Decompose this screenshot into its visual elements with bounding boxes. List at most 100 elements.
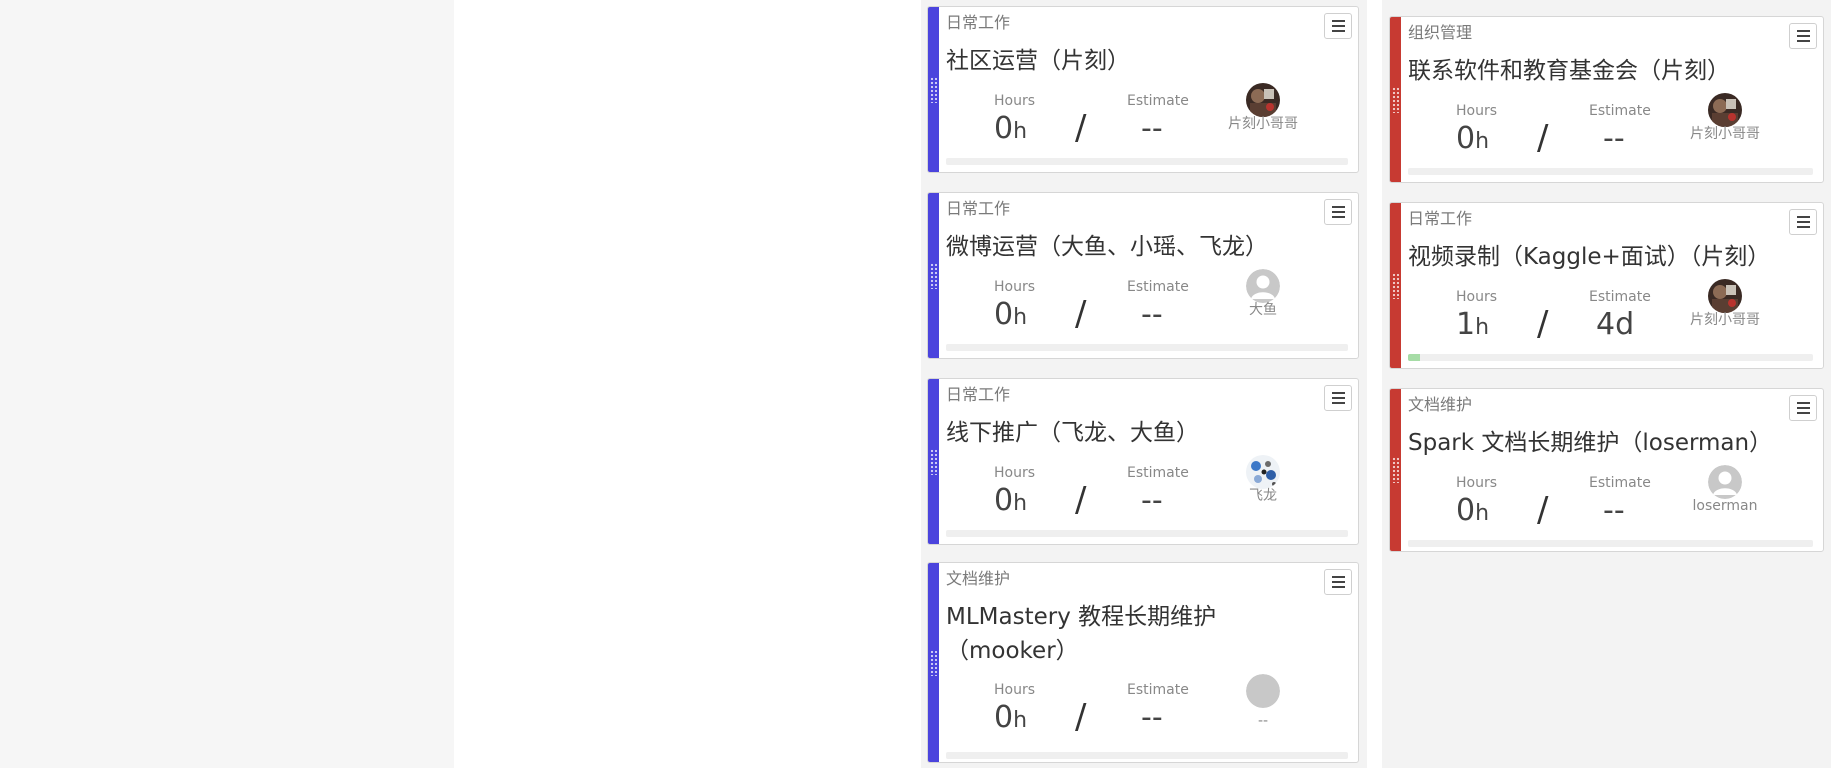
card-category: 日常工作 [946, 385, 1011, 404]
estimate-value: -- [1603, 121, 1625, 156]
drag-handle[interactable] [930, 76, 937, 103]
estimate-value: -- [1141, 111, 1163, 146]
card-title[interactable]: 线下推广（飞龙、大鱼） [946, 416, 1326, 450]
hamburger-icon [1796, 29, 1810, 33]
card-menu-button[interactable] [1324, 13, 1352, 39]
assignee-name: loserman [1692, 498, 1758, 514]
card-accent [928, 7, 939, 172]
hamburger-icon [1331, 391, 1345, 395]
assignee[interactable]: 飞龙 [1208, 455, 1318, 505]
hours-value: 0h [994, 297, 1028, 332]
assignee-name: 大鱼 [1249, 302, 1277, 318]
card-menu-button[interactable] [1324, 199, 1352, 225]
task-card[interactable]: 日常工作 线下推广（飞龙、大鱼） Hours Estimate 0h / -- … [927, 378, 1359, 545]
hours-value: 0h [1456, 121, 1490, 156]
card-accent [1390, 203, 1401, 368]
default-user-avatar-icon [1708, 465, 1742, 499]
progress-bar [946, 752, 1348, 759]
drag-handle[interactable] [1392, 86, 1399, 113]
card-title[interactable]: 联系软件和教育基金会（片刻） [1408, 54, 1788, 88]
card-category: 文档维护 [1408, 395, 1473, 414]
drag-handle[interactable] [930, 448, 937, 475]
card-title[interactable]: MLMastery 教程长期维护（mooker） [946, 600, 1326, 668]
drag-handle[interactable] [1392, 457, 1399, 483]
hours-label: Hours [994, 682, 1036, 698]
drag-handle[interactable] [930, 262, 937, 289]
card-menu-button[interactable] [1789, 23, 1817, 49]
card-accent [928, 193, 939, 358]
card-category: 文档维护 [946, 569, 1011, 588]
estimate-label: Estimate [1127, 465, 1189, 481]
assignee[interactable]: -- [1208, 674, 1318, 730]
estimate-label: Estimate [1589, 475, 1651, 491]
card-accent [928, 563, 939, 762]
hours-value: 1h [1456, 307, 1490, 342]
progress-fill [1408, 354, 1421, 361]
photo-avatar-icon [1246, 83, 1280, 117]
card-menu-button[interactable] [1789, 209, 1817, 235]
assignee-name: 片刻小哥哥 [1690, 126, 1760, 142]
task-card[interactable]: 日常工作 视频录制（Kaggle+面试）（片刻） Hours Estimate … [1389, 202, 1824, 369]
task-card[interactable]: 文档维护 MLMastery 教程长期维护（mooker） Hours Esti… [927, 562, 1359, 763]
blank-avatar-icon [1246, 674, 1280, 708]
hours-label: Hours [1456, 289, 1498, 305]
hours-label: Hours [1456, 103, 1498, 119]
task-column-1: 日常工作 社区运营（片刻） Hours Estimate 0h / -- 片刻小… [921, 0, 1367, 768]
assignee[interactable]: 片刻小哥哥 [1670, 93, 1780, 143]
slash-separator: / [1537, 304, 1549, 344]
assignee-name: -- [1257, 713, 1269, 729]
card-title[interactable]: Spark 文档长期维护（loserman） [1408, 426, 1808, 460]
hamburger-icon [1796, 215, 1810, 219]
task-card[interactable]: 日常工作 社区运营（片刻） Hours Estimate 0h / -- 片刻小… [927, 6, 1359, 173]
estimate-label: Estimate [1127, 279, 1189, 295]
slash-separator: / [1537, 118, 1549, 158]
estimate-label: Estimate [1589, 289, 1651, 305]
progress-bar [1408, 168, 1813, 175]
assignee[interactable]: 大鱼 [1208, 269, 1318, 319]
progress-bar [946, 344, 1348, 351]
task-card[interactable]: 文档维护 Spark 文档长期维护（loserman） Hours Estima… [1389, 388, 1824, 552]
progress-bar [946, 158, 1348, 165]
estimate-value: -- [1141, 483, 1163, 518]
drag-handle[interactable] [1392, 272, 1399, 299]
default-user-avatar-icon [1246, 269, 1280, 303]
card-title[interactable]: 微博运营（大鱼、小瑶、飞龙） [946, 230, 1326, 264]
assignee[interactable]: loserman [1670, 465, 1780, 515]
slash-separator: / [1075, 480, 1087, 520]
hamburger-icon [1331, 205, 1345, 209]
hours-label: Hours [994, 465, 1036, 481]
task-card[interactable]: 日常工作 微博运营（大鱼、小瑶、飞龙） Hours Estimate 0h / … [927, 192, 1359, 359]
hours-value: 0h [994, 111, 1028, 146]
slash-separator: / [1075, 108, 1087, 148]
drag-handle[interactable] [930, 649, 937, 676]
estimate-label: Estimate [1127, 93, 1189, 109]
hamburger-icon [1796, 401, 1810, 405]
progress-bar [946, 530, 1348, 537]
card-accent [1390, 17, 1401, 182]
hours-label: Hours [994, 279, 1036, 295]
estimate-label: Estimate [1589, 103, 1651, 119]
pattern-avatar-icon [1246, 455, 1280, 489]
card-category: 日常工作 [1408, 209, 1473, 228]
assignee[interactable]: 片刻小哥哥 [1670, 279, 1780, 329]
card-menu-button[interactable] [1324, 385, 1352, 411]
progress-bar [1408, 540, 1813, 547]
card-category: 组织管理 [1408, 23, 1473, 42]
hours-label: Hours [1456, 475, 1498, 491]
task-card[interactable]: 组织管理 联系软件和教育基金会（片刻） Hours Estimate 0h / … [1389, 16, 1824, 183]
card-category: 日常工作 [946, 13, 1011, 32]
hours-value: 0h [994, 483, 1028, 518]
assignee[interactable]: 片刻小哥哥 [1208, 83, 1318, 133]
card-menu-button[interactable] [1789, 395, 1817, 421]
assignee-name: 片刻小哥哥 [1228, 116, 1298, 132]
card-menu-button[interactable] [1324, 569, 1352, 595]
photo-avatar-icon [1708, 93, 1742, 127]
card-title[interactable]: 社区运营（片刻） [946, 44, 1326, 78]
task-column-2: 组织管理 联系软件和教育基金会（片刻） Hours Estimate 0h / … [1382, 0, 1831, 768]
hours-value: 0h [994, 700, 1028, 735]
left-blank-pane [0, 0, 454, 768]
estimate-label: Estimate [1127, 682, 1189, 698]
slash-separator: / [1075, 697, 1087, 737]
card-title[interactable]: 视频录制（Kaggle+面试）（片刻） [1408, 240, 1808, 274]
estimate-value: -- [1603, 493, 1625, 528]
